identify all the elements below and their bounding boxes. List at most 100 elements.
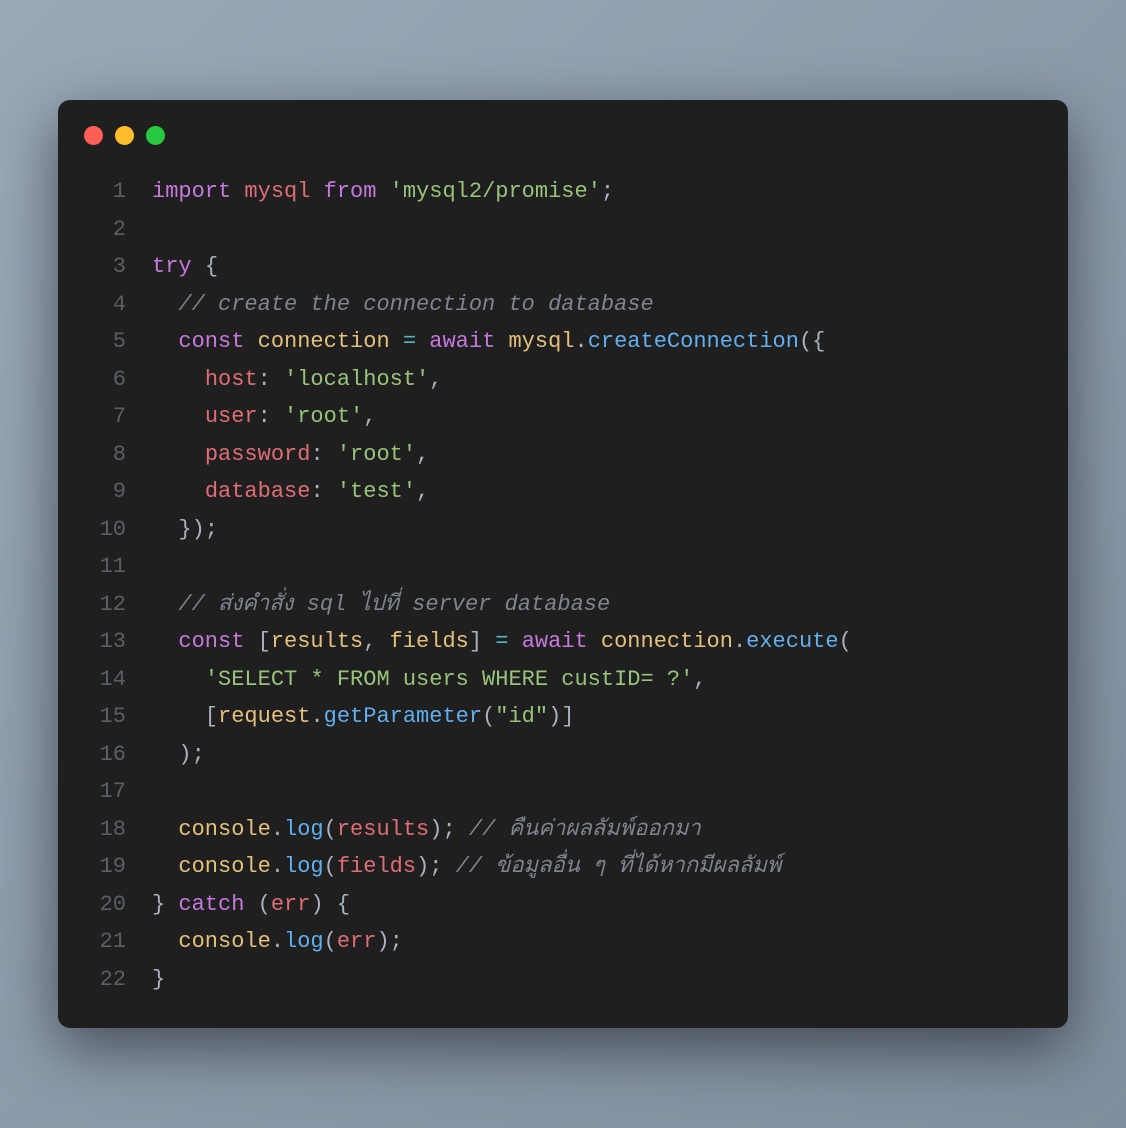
line-number: 10 <box>84 511 126 549</box>
line-content: }); <box>152 511 218 549</box>
code-line[interactable]: 22} <box>84 961 1042 999</box>
token: 'root' <box>284 404 363 429</box>
token: const <box>178 629 244 654</box>
code-line[interactable]: 4 // create the connection to database <box>84 286 1042 324</box>
token: // ข้อมูลอื่น ๆ ที่ได้หากมีผลลัมพ์ <box>456 854 782 879</box>
token <box>152 442 205 467</box>
code-line[interactable]: 10 }); <box>84 511 1042 549</box>
token: console <box>178 854 270 879</box>
token: getParameter <box>324 704 482 729</box>
token: fields <box>337 854 416 879</box>
token: , <box>693 667 706 692</box>
token <box>244 329 257 354</box>
line-number: 14 <box>84 661 126 699</box>
token: // create the connection to database <box>178 292 653 317</box>
token: [ <box>152 704 218 729</box>
token: } <box>152 892 178 917</box>
token: : <box>310 442 336 467</box>
token: . <box>271 854 284 879</box>
token: )] <box>548 704 574 729</box>
line-number: 7 <box>84 398 126 436</box>
line-content: } <box>152 961 165 999</box>
token: user <box>205 404 258 429</box>
token: connection <box>258 329 390 354</box>
token: // คืนค่าผลลัมพ์ออกมา <box>469 817 701 842</box>
code-line[interactable]: 21 console.log(err); <box>84 923 1042 961</box>
token: ] <box>469 629 495 654</box>
code-line[interactable]: 9 database: 'test', <box>84 473 1042 511</box>
token: createConnection <box>588 329 799 354</box>
token: . <box>310 704 323 729</box>
line-number: 2 <box>84 211 126 249</box>
line-content: try { <box>152 248 218 286</box>
close-icon[interactable] <box>84 126 103 145</box>
code-line[interactable]: 5 const connection = await mysql.createC… <box>84 323 1042 361</box>
token <box>152 817 178 842</box>
code-line[interactable]: 17 <box>84 773 1042 811</box>
token <box>152 479 205 504</box>
token: const <box>178 329 244 354</box>
token: err <box>271 892 311 917</box>
code-line[interactable]: 18 console.log(results); // คืนค่าผลลัมพ… <box>84 811 1042 849</box>
line-number: 6 <box>84 361 126 399</box>
line-content: [request.getParameter("id")] <box>152 698 575 736</box>
token: : <box>258 404 284 429</box>
token: = <box>403 329 416 354</box>
token: ( <box>324 817 337 842</box>
line-content: const connection = await mysql.createCon… <box>152 323 825 361</box>
code-line[interactable]: 16 ); <box>84 736 1042 774</box>
token: await <box>522 629 588 654</box>
token: ( <box>324 854 337 879</box>
token: catch <box>178 892 244 917</box>
token: = <box>495 629 508 654</box>
token: ); <box>416 854 456 879</box>
line-number: 18 <box>84 811 126 849</box>
token: request <box>218 704 310 729</box>
token: results <box>337 817 429 842</box>
token: } <box>152 967 165 992</box>
token: : <box>258 367 284 392</box>
code-editor[interactable]: 1import mysql from 'mysql2/promise';23tr… <box>58 173 1068 998</box>
line-number: 15 <box>84 698 126 736</box>
token: : <box>310 479 336 504</box>
token: , <box>416 479 429 504</box>
token: ( <box>839 629 852 654</box>
line-number: 1 <box>84 173 126 211</box>
token: . <box>271 817 284 842</box>
code-line[interactable]: 8 password: 'root', <box>84 436 1042 474</box>
code-line[interactable]: 12 // ส่งคำสั่ง sql ไปที่ server databas… <box>84 586 1042 624</box>
token: . <box>271 929 284 954</box>
code-line[interactable]: 6 host: 'localhost', <box>84 361 1042 399</box>
code-line[interactable]: 13 const [results, fields] = await conne… <box>84 623 1042 661</box>
token: ); <box>178 742 204 767</box>
maximize-icon[interactable] <box>146 126 165 145</box>
token: err <box>337 929 377 954</box>
minimize-icon[interactable] <box>115 126 134 145</box>
token: connection <box>601 629 733 654</box>
code-line[interactable]: 20} catch (err) { <box>84 886 1042 924</box>
line-content: } catch (err) { <box>152 886 350 924</box>
code-line[interactable]: 19 console.log(fields); // ข้อมูลอื่น ๆ … <box>84 848 1042 886</box>
token: // ส่งคำสั่ง sql ไปที่ server database <box>178 592 610 617</box>
token: log <box>284 817 324 842</box>
token <box>376 179 389 204</box>
token <box>192 254 205 279</box>
token <box>152 629 178 654</box>
line-content: console.log(err); <box>152 923 403 961</box>
line-number: 8 <box>84 436 126 474</box>
code-line[interactable]: 2 <box>84 211 1042 249</box>
token <box>231 179 244 204</box>
token: , <box>363 629 389 654</box>
token <box>152 929 178 954</box>
token: 'SELECT * FROM users WHERE custID= ?' <box>205 667 693 692</box>
code-line[interactable]: 1import mysql from 'mysql2/promise'; <box>84 173 1042 211</box>
code-line[interactable]: 14 'SELECT * FROM users WHERE custID= ?'… <box>84 661 1042 699</box>
code-line[interactable]: 7 user: 'root', <box>84 398 1042 436</box>
code-line[interactable]: 15 [request.getParameter("id")] <box>84 698 1042 736</box>
token <box>390 329 403 354</box>
line-content: console.log(fields); // ข้อมูลอื่น ๆ ที่… <box>152 848 781 886</box>
code-line[interactable]: 3try { <box>84 248 1042 286</box>
token: { <box>205 254 218 279</box>
token <box>152 742 178 767</box>
code-line[interactable]: 11 <box>84 548 1042 586</box>
